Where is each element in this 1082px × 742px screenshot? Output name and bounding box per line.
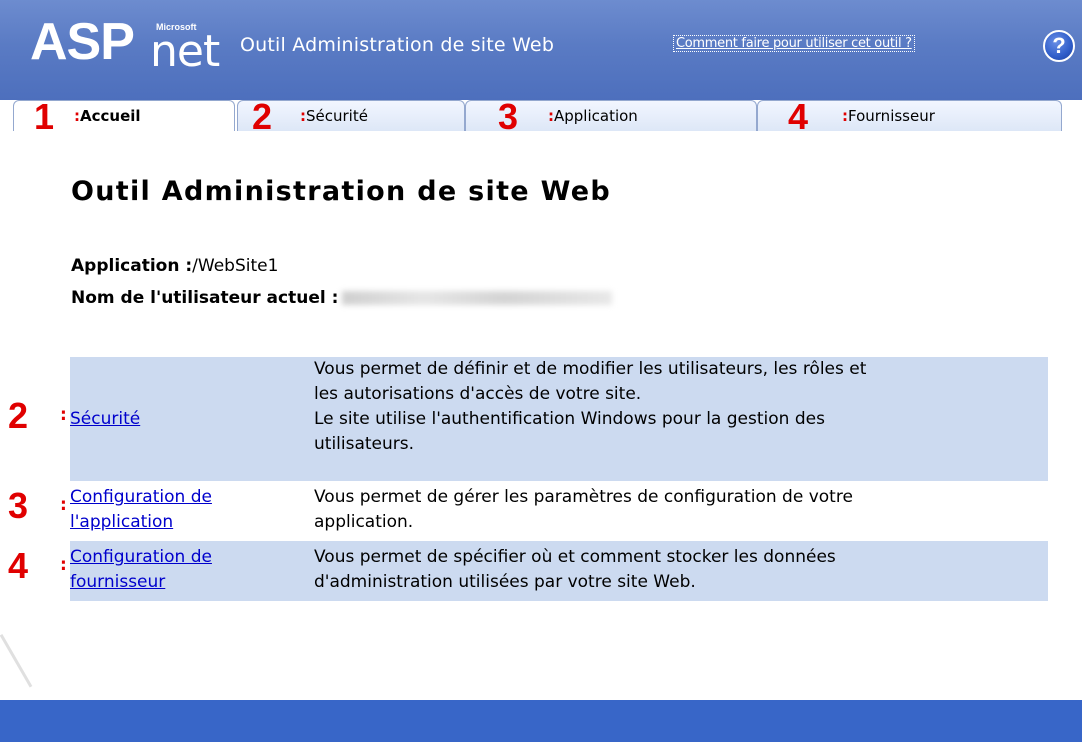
tab-label: Fournisseur: [848, 107, 935, 125]
logo-asp-text: ASP: [30, 13, 135, 71]
help-circle-icon[interactable]: ?: [1043, 30, 1075, 62]
current-user-info: Nom de l'utilisateur actuel :: [71, 288, 613, 308]
footer-bar: [0, 700, 1082, 742]
annotation-number: 4: [788, 96, 809, 137]
annotation-number: 2: [8, 395, 29, 436]
tab-label: Sécurité: [306, 107, 368, 125]
annotation-number: 1: [34, 96, 55, 137]
annotation-number: 3: [498, 96, 519, 137]
tab-accueil[interactable]: 1 :Accueil: [13, 99, 235, 135]
help-link[interactable]: Comment faire pour utiliser cet outil ?: [673, 35, 915, 52]
application-label: Application :: [71, 256, 193, 276]
user-label: Nom de l'utilisateur actuel :: [71, 288, 339, 308]
tab-securite[interactable]: 2 :Sécurité: [237, 99, 465, 135]
application-value: /WebSite1: [192, 256, 279, 276]
application-info: Application :/WebSite1: [71, 256, 278, 276]
annotation-number: 4: [8, 545, 29, 586]
annotation-colon: :: [60, 405, 67, 425]
table-row: Configuration de l'application Vous perm…: [70, 481, 1048, 541]
links-table: Sécurité Vous permet de définir et de mo…: [70, 357, 1048, 601]
tab-fournisseur[interactable]: 4 :Fournisseur: [757, 99, 1062, 135]
annotation-colon: :: [60, 495, 67, 515]
table-row: Sécurité Vous permet de définir et de mo…: [70, 357, 1048, 481]
tab-label: Application: [554, 107, 638, 125]
annotation-number: 2: [252, 96, 273, 137]
row-description: Vous permet de définir et de modifier le…: [314, 359, 867, 454]
application-config-link[interactable]: Configuration de l'application: [70, 487, 212, 532]
row-description: Vous permet de spécifier où et comment s…: [314, 547, 836, 592]
redacted-username: [342, 291, 613, 305]
annotation-colon: :: [60, 555, 67, 575]
page-title: Outil Administration de site Web: [71, 176, 611, 207]
tab-application[interactable]: 3 :Application: [465, 99, 757, 135]
tab-label: Accueil: [80, 107, 141, 125]
annotation-number: 3: [8, 485, 29, 526]
provider-config-link[interactable]: Configuration de fournisseur: [70, 547, 212, 592]
row-description: Vous permet de gérer les paramètres de c…: [314, 487, 853, 532]
header-title: Outil Administration de site Web: [240, 34, 555, 56]
logo-net-text: net: [150, 26, 220, 77]
decorative-corner: [0, 634, 33, 706]
header-banner: ASP Microsoft net Outil Administration d…: [0, 0, 1082, 100]
security-link[interactable]: Sécurité: [70, 409, 140, 429]
table-row: Configuration de fournisseur Vous permet…: [70, 541, 1048, 601]
